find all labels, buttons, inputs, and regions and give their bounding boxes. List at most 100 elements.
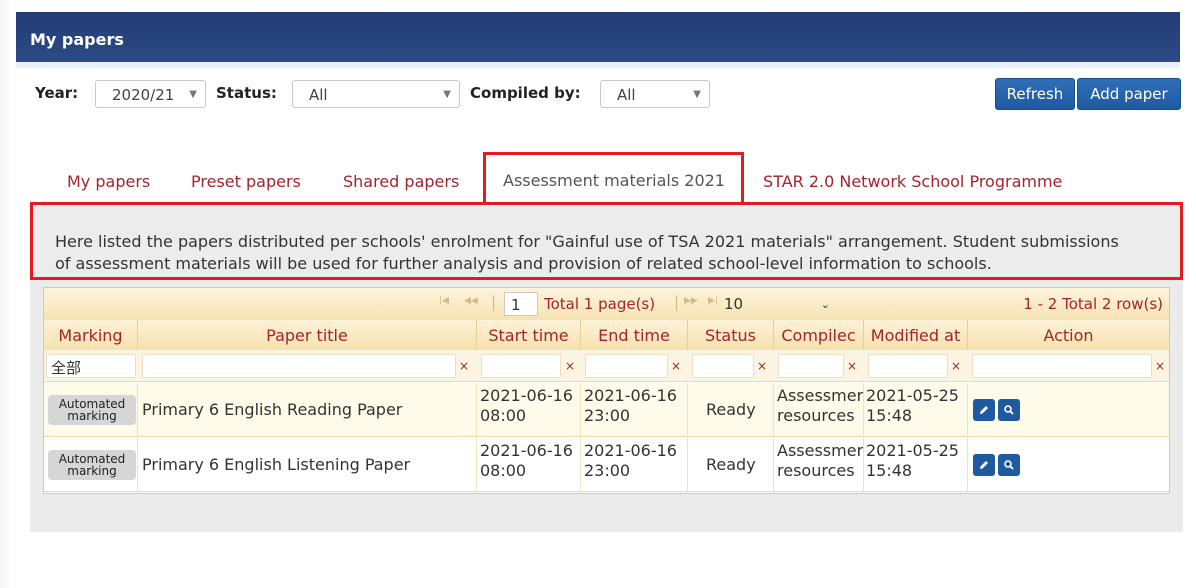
status-cell: Ready — [688, 438, 774, 492]
year-label: Year: — [35, 84, 79, 102]
action-filter-input[interactable] — [972, 354, 1152, 378]
refresh-button[interactable]: Refresh — [995, 78, 1075, 110]
clear-icon[interactable]: × — [459, 359, 469, 373]
chevron-down-icon: ⌄ — [820, 298, 830, 311]
end-time: 23:00 — [584, 406, 631, 425]
title-filter-input[interactable] — [142, 354, 456, 378]
table-row[interactable]: Automated marking Primary 6 English Read… — [44, 383, 1169, 437]
prev-page-icon[interactable]: ◀◀ — [464, 296, 478, 306]
compiled-cell: Assessmer resources — [774, 383, 864, 437]
marking-cell: Automated marking — [44, 438, 138, 492]
status-select[interactable]: All ▼ — [292, 80, 460, 108]
marking-filter-select[interactable]: 全部 — [46, 354, 136, 378]
column-header-modified-at[interactable]: Modified at — [864, 320, 968, 350]
end-time-filter-input[interactable] — [585, 354, 668, 378]
clear-icon[interactable]: × — [847, 359, 857, 373]
clear-icon[interactable]: × — [565, 359, 575, 373]
column-header-end-time[interactable]: End time — [581, 320, 688, 350]
end-time: 23:00 — [584, 461, 631, 480]
clear-icon[interactable]: × — [951, 359, 961, 373]
table-row[interactable]: Automated marking Primary 6 English List… — [44, 438, 1169, 492]
start-time-cell: 2021-06-16 08:00 — [477, 383, 581, 437]
edit-pencil-icon[interactable] — [973, 399, 995, 421]
column-header-start-time[interactable]: Start time — [477, 320, 581, 350]
tab-star-network-programme[interactable]: STAR 2.0 Network School Programme — [763, 172, 1062, 191]
clear-icon[interactable]: × — [671, 359, 681, 373]
left-edge-strip — [0, 0, 12, 588]
start-time-cell: 2021-06-16 08:00 — [477, 438, 581, 492]
page-number-input[interactable]: 1 — [504, 292, 538, 316]
compiled-filter-input[interactable] — [778, 354, 844, 378]
chevron-down-icon: ▼ — [189, 89, 197, 100]
modified-cell: 2021-05-25 15:48 — [864, 438, 968, 492]
page-size-value: 10 — [724, 295, 744, 313]
start-time: 08:00 — [480, 406, 527, 425]
marking-cell: Automated marking — [44, 383, 138, 437]
compiled-line-2: resources — [777, 406, 855, 425]
end-date: 2021-06-16 — [584, 441, 677, 460]
modified-filter-input[interactable] — [868, 354, 948, 378]
next-page-icon[interactable]: ▶▶ — [684, 296, 698, 306]
compiled-by-select-value: All — [617, 86, 636, 104]
pager-separator: | — [491, 293, 497, 311]
last-page-icon[interactable]: ▶| — [708, 296, 718, 306]
compiled-by-select[interactable]: All ▼ — [600, 80, 710, 108]
badge-line-2: marking — [67, 464, 117, 478]
start-time: 08:00 — [480, 461, 527, 480]
paper-title-cell[interactable]: Primary 6 English Listening Paper — [138, 438, 477, 492]
column-header-status[interactable]: Status — [688, 320, 774, 350]
pager-separator: | — [674, 293, 680, 311]
rows-info: 1 - 2 Total 2 row(s) — [1023, 295, 1163, 313]
end-date: 2021-06-16 — [584, 386, 677, 405]
compiled-line-1: Assessmer — [777, 386, 864, 405]
clear-icon[interactable]: × — [1155, 359, 1165, 373]
status-filter-input[interactable] — [692, 354, 754, 378]
page-size-select[interactable]: 10 ⌄ — [720, 292, 836, 316]
compiled-by-label: Compiled by: — [470, 84, 581, 102]
chevron-down-icon: ▼ — [443, 89, 451, 100]
automated-marking-badge: Automated marking — [48, 450, 136, 480]
edit-pencil-icon[interactable] — [973, 454, 995, 476]
year-select[interactable]: 2020/21 ▼ — [95, 80, 206, 108]
start-date: 2021-06-16 — [480, 441, 573, 460]
year-select-value: 2020/21 — [112, 86, 175, 104]
status-select-value: All — [309, 86, 328, 104]
automated-marking-badge: Automated marking — [48, 395, 136, 425]
add-paper-button[interactable]: Add paper — [1077, 78, 1181, 110]
status-label: Status: — [216, 84, 277, 102]
grid-pager: |◀ ◀◀ | 1 Total 1 page(s) | ▶▶ ▶| 10 ⌄ 1… — [44, 288, 1169, 320]
end-time-cell: 2021-06-16 23:00 — [581, 438, 688, 492]
badge-line-2: marking — [67, 409, 117, 423]
clear-icon[interactable]: × — [757, 359, 767, 373]
first-page-icon[interactable]: |◀ — [439, 296, 449, 306]
modified-date: 2021-05-25 — [866, 441, 959, 460]
paper-title-cell[interactable]: Primary 6 English Reading Paper — [138, 383, 477, 437]
grid-header: Marking Paper title Start time End time … — [44, 320, 1169, 350]
column-header-action: Action — [1043, 326, 1094, 345]
chevron-down-icon: ▼ — [693, 89, 701, 100]
action-cell — [968, 383, 1169, 437]
start-date: 2021-06-16 — [480, 386, 573, 405]
tab-my-papers[interactable]: My papers — [67, 172, 150, 191]
action-cell — [968, 438, 1169, 492]
column-header-marking[interactable]: Marking — [44, 320, 138, 350]
tab-shared-papers[interactable]: Shared papers — [343, 172, 459, 191]
start-time-filter-input[interactable] — [481, 354, 561, 378]
search-icon[interactable] — [998, 454, 1020, 476]
grid-filter-row: 全部 × × × × × × × — [44, 350, 1169, 382]
papers-grid: |◀ ◀◀ | 1 Total 1 page(s) | ▶▶ ▶| 10 ⌄ 1… — [43, 287, 1170, 494]
status-cell: Ready — [688, 383, 774, 437]
modified-date: 2021-05-25 — [866, 386, 959, 405]
tab-preset-papers[interactable]: Preset papers — [191, 172, 301, 191]
compiled-cell: Assessmer resources — [774, 438, 864, 492]
modified-time: 15:48 — [866, 406, 913, 425]
tab-assessment-materials-2021[interactable]: Assessment materials 2021 — [483, 152, 744, 202]
column-header-compiled[interactable]: Compilec — [774, 320, 864, 350]
compiled-line-2: resources — [777, 461, 855, 480]
description-line-2: of assessment materials will be used for… — [55, 254, 992, 273]
search-icon[interactable] — [998, 399, 1020, 421]
column-header-paper-title[interactable]: Paper title — [138, 320, 477, 350]
modified-cell: 2021-05-25 15:48 — [864, 383, 968, 437]
title-underbar — [16, 62, 1180, 68]
description-line-1: Here listed the papers distributed per s… — [55, 232, 1119, 251]
